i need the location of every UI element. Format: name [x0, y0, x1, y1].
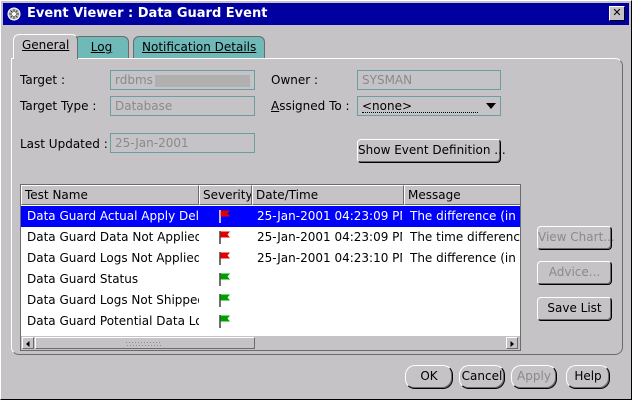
chevron-down-icon	[486, 103, 496, 109]
test-name-cell: Data Guard Data Not Applied	[27, 230, 199, 244]
test-name-cell: Data Guard Potential Data Loss	[27, 314, 199, 328]
scroll-thumb[interactable]	[35, 337, 255, 349]
table-header: Test Name Severity Date/Time Message	[21, 185, 520, 205]
show-event-definition-label: Show Event Definition ...	[358, 143, 506, 157]
ok-label: OK	[420, 369, 438, 383]
message-cell: The time difference (	[410, 230, 520, 244]
cancel-button[interactable]: Cancel	[459, 365, 505, 389]
column-header-date-time[interactable]: Date/Time	[252, 185, 404, 205]
date-time-cell: 25-Jan-2001 04:23:09 PM	[257, 230, 402, 244]
help-button[interactable]: Help	[566, 365, 610, 389]
red-flag-icon	[219, 210, 230, 223]
apply-label: Apply	[517, 369, 551, 383]
advice-button[interactable]: Advice...	[537, 261, 612, 285]
event-viewer-icon	[7, 7, 21, 21]
date-time-cell: 25-Jan-2001 04:23:09 PM	[257, 209, 402, 223]
last-updated-value: 25-Jan-2001	[115, 136, 189, 150]
redacted-block	[154, 74, 250, 87]
test-name-cell: Data Guard Logs Not Applied	[27, 251, 199, 265]
table-row[interactable]: Data Guard Actual Apply Delay 25-Jan-200…	[21, 206, 520, 227]
help-label: Help	[574, 369, 602, 383]
date-time-cell: 25-Jan-2001 04:23:10 PM	[257, 251, 402, 265]
message-cell: The difference (in nu	[410, 251, 520, 265]
tab-general[interactable]: General	[13, 34, 79, 59]
target-type-label: Target Type :	[20, 99, 97, 113]
red-flag-icon	[219, 252, 230, 265]
target-type-field: Database	[110, 96, 255, 116]
green-flag-icon	[219, 294, 230, 307]
save-list-label: Save List	[547, 301, 602, 315]
grip-dots-icon	[126, 342, 161, 346]
close-button[interactable]: ✕	[609, 6, 625, 21]
close-icon: ✕	[612, 6, 622, 19]
owner-field: SYSMAN	[357, 70, 501, 90]
tab-notification-details[interactable]: Notification Details	[133, 36, 266, 58]
view-chart-label: View Chart...	[538, 230, 615, 244]
focus-dots	[362, 112, 478, 113]
table-row[interactable]: Data Guard Logs Not Applied 25-Jan-2001 …	[21, 248, 520, 269]
green-flag-icon	[219, 273, 230, 286]
target-type-value: Database	[115, 99, 173, 113]
column-header-severity[interactable]: Severity	[199, 185, 252, 205]
assigned-to-label-text: ssigned To :	[279, 99, 350, 113]
owner-value: SYSMAN	[362, 73, 413, 87]
assigned-to-label: Assigned To :	[271, 99, 350, 113]
test-table: Test Name Severity Date/Time Message Dat…	[20, 184, 521, 351]
assigned-to-value: <none>	[362, 99, 413, 113]
tab-log[interactable]: Log	[74, 36, 129, 58]
tab-general-label: General	[22, 38, 70, 52]
test-name-cell: Data Guard Actual Apply Delay	[27, 209, 199, 223]
ok-button[interactable]: OK	[405, 365, 453, 389]
event-viewer-window: Event Viewer : Data Guard Event ✕ Genera…	[0, 0, 632, 400]
window-title: Event Viewer : Data Guard Event	[27, 6, 268, 21]
target-label: Target :	[20, 73, 65, 87]
advice-label: Advice...	[548, 265, 601, 279]
column-header-test-name[interactable]: Test Name	[21, 185, 199, 205]
horizontal-scrollbar[interactable]	[21, 336, 520, 350]
show-event-definition-button[interactable]: Show Event Definition ...	[357, 139, 506, 163]
last-updated-label: Last Updated :	[20, 137, 108, 151]
table-row[interactable]: Data Guard Data Not Applied 25-Jan-2001 …	[21, 227, 520, 248]
tab-log-label: Log	[90, 40, 113, 54]
red-flag-icon	[219, 231, 230, 244]
assigned-to-select[interactable]: <none>	[357, 96, 501, 116]
cancel-label: Cancel	[461, 369, 503, 383]
column-header-message[interactable]: Message	[404, 185, 520, 205]
message-cell: The difference (in nu	[410, 209, 520, 223]
table-row[interactable]: Data Guard Logs Not Shipped	[21, 290, 520, 311]
scroll-right-button[interactable]	[506, 337, 518, 349]
target-field: rdbms	[110, 70, 255, 90]
title-bar[interactable]: Event Viewer : Data Guard Event ✕	[3, 3, 629, 25]
target-value: rdbms	[115, 73, 153, 87]
save-list-button[interactable]: Save List	[537, 297, 612, 321]
apply-button[interactable]: Apply	[511, 365, 557, 389]
table-row[interactable]: Data Guard Status	[21, 269, 520, 290]
last-updated-field: 25-Jan-2001	[110, 133, 255, 153]
scroll-left-button[interactable]	[22, 337, 34, 349]
tab-notification-details-label: Notification Details	[142, 40, 257, 54]
arrow-left-icon	[26, 341, 30, 347]
test-name-cell: Data Guard Logs Not Shipped	[27, 293, 199, 307]
test-name-cell: Data Guard Status	[27, 272, 139, 286]
table-row[interactable]: Data Guard Potential Data Loss	[21, 311, 520, 332]
arrow-right-icon	[510, 341, 514, 347]
green-flag-icon	[219, 315, 230, 328]
owner-label: Owner :	[271, 73, 319, 87]
view-chart-button[interactable]: View Chart...	[537, 226, 615, 250]
